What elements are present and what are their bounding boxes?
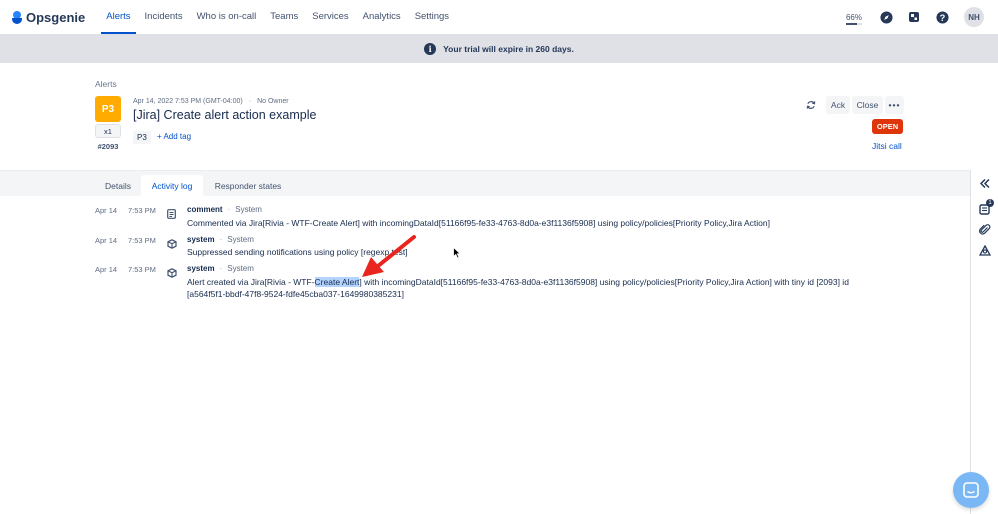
entry-time: 7:53 PM bbox=[128, 206, 156, 215]
entry-type: system bbox=[187, 264, 215, 273]
priority-badge: P3 bbox=[95, 96, 121, 122]
tab-details[interactable]: Details bbox=[97, 175, 139, 197]
main-nav: Alerts Incidents Who is on-call Teams Se… bbox=[99, 0, 456, 34]
nav-incidents[interactable]: Incidents bbox=[140, 0, 188, 34]
entry-date: Apr 14 bbox=[95, 236, 118, 245]
entry-text-part: [a564f5f1-bbdf-47f8-9524-fdfe45cba037-16… bbox=[187, 289, 404, 299]
alert-tag[interactable]: P3 bbox=[133, 131, 151, 144]
entry-date: Apr 14 bbox=[95, 265, 118, 274]
entry-date: Apr 14 bbox=[95, 206, 118, 215]
entry-type: system bbox=[187, 235, 215, 244]
meta-separator: · bbox=[248, 98, 252, 105]
alert-owner[interactable]: No Owner bbox=[257, 98, 289, 105]
note-icon bbox=[167, 206, 177, 219]
selected-text-highlight: Create Alert bbox=[314, 277, 360, 287]
trial-banner: i Your trial will expire in 260 days. bbox=[0, 34, 998, 63]
onboarding-progress-bar bbox=[845, 22, 862, 25]
entry-source: System bbox=[227, 264, 254, 273]
chat-icon bbox=[963, 482, 979, 498]
nav-alerts[interactable]: Alerts bbox=[101, 0, 136, 34]
entry-text: Suppressed sending notifications using p… bbox=[187, 247, 408, 257]
entry-separator: · bbox=[227, 205, 231, 214]
nav-services[interactable]: Services bbox=[307, 0, 353, 34]
entry-separator: · bbox=[219, 264, 223, 273]
jitsi-call-link[interactable]: Jitsi call bbox=[872, 141, 902, 151]
compass-icon[interactable] bbox=[879, 10, 893, 24]
chat-launcher-button[interactable] bbox=[953, 472, 989, 508]
annotation-arrow-head bbox=[362, 257, 384, 277]
close-button[interactable]: Close bbox=[852, 96, 883, 114]
notes-count-badge: 1 bbox=[986, 199, 994, 207]
entry-header: comment · System bbox=[187, 205, 262, 214]
trial-banner-text: Your trial will expire in 260 days. bbox=[443, 43, 574, 54]
nav-who-is-on-call[interactable]: Who is on-call bbox=[192, 0, 262, 34]
info-icon: i bbox=[424, 42, 437, 55]
entry-header: system · System bbox=[187, 235, 254, 244]
tab-responder-states[interactable]: Responder states bbox=[206, 175, 290, 197]
right-sidebar bbox=[970, 170, 998, 514]
onboarding-progress-label: 66% bbox=[845, 12, 862, 22]
user-avatar[interactable]: NH bbox=[964, 7, 984, 27]
nav-right-tools: 66% ? NH bbox=[845, 0, 984, 34]
nav-teams[interactable]: Teams bbox=[265, 0, 303, 34]
entry-text-part: Alert created via Jira[Rivia - WTF- bbox=[187, 277, 315, 287]
brand-name: Opsgenie bbox=[26, 9, 86, 25]
alert-created-time: Apr 14, 2022 7:53 PM (GMT-04:00) bbox=[133, 98, 243, 105]
opsgenie-logo[interactable]: Opsgenie bbox=[12, 0, 85, 34]
nav-settings[interactable]: Settings bbox=[410, 0, 454, 34]
svg-text:?: ? bbox=[939, 12, 945, 22]
responders-icon[interactable] bbox=[978, 244, 992, 258]
alert-count-badge: x1 bbox=[95, 124, 121, 138]
help-icon[interactable]: ? bbox=[935, 10, 949, 24]
cube-icon bbox=[167, 265, 177, 278]
cube-icon bbox=[167, 236, 177, 249]
entry-type: comment bbox=[187, 205, 223, 214]
opsgenie-logo-icon bbox=[12, 10, 22, 24]
entry-text: Alert created via Jira[Rivia - WTF-Creat… bbox=[187, 276, 887, 300]
entry-separator: · bbox=[219, 235, 223, 244]
entry-time: 7:53 PM bbox=[128, 236, 156, 245]
detail-tabs: Details Activity log Responder states bbox=[0, 170, 970, 197]
double-chevron-left-icon[interactable] bbox=[978, 176, 992, 190]
entry-text: Commented via Jira[Rivia - WTF-Create Al… bbox=[187, 218, 770, 228]
nav-analytics[interactable]: Analytics bbox=[358, 0, 406, 34]
top-navigation: Opsgenie Alerts Incidents Who is on-call… bbox=[0, 0, 998, 34]
onboarding-progress-fill bbox=[845, 22, 857, 25]
add-tag-link[interactable]: + Add tag bbox=[157, 132, 191, 141]
entry-text-part: ] with incomingDataId[51166f95-fe33-4763… bbox=[359, 277, 849, 287]
mouse-cursor bbox=[453, 246, 462, 264]
apps-icon[interactable] bbox=[907, 10, 921, 24]
alert-tiny-id: #2093 bbox=[97, 142, 119, 151]
more-actions-button[interactable]: ••• bbox=[885, 96, 904, 114]
breadcrumb-alerts[interactable]: Alerts bbox=[95, 79, 117, 89]
entry-header: system · System bbox=[187, 264, 254, 273]
ack-button[interactable]: Ack bbox=[826, 96, 850, 114]
entry-source: System bbox=[227, 235, 254, 244]
onboarding-progress[interactable]: 66% bbox=[845, 12, 862, 25]
refresh-icon[interactable] bbox=[804, 98, 818, 112]
tab-activity-log[interactable]: Activity log bbox=[141, 175, 203, 197]
attachment-icon[interactable] bbox=[978, 223, 992, 237]
entry-time: 7:53 PM bbox=[128, 265, 156, 274]
status-badge: OPEN bbox=[872, 119, 903, 134]
alert-title: [Jira] Create alert action example bbox=[133, 108, 317, 122]
entry-source: System bbox=[235, 205, 262, 214]
alert-meta: Apr 14, 2022 7:53 PM (GMT-04:00) · No Owne… bbox=[133, 98, 289, 105]
